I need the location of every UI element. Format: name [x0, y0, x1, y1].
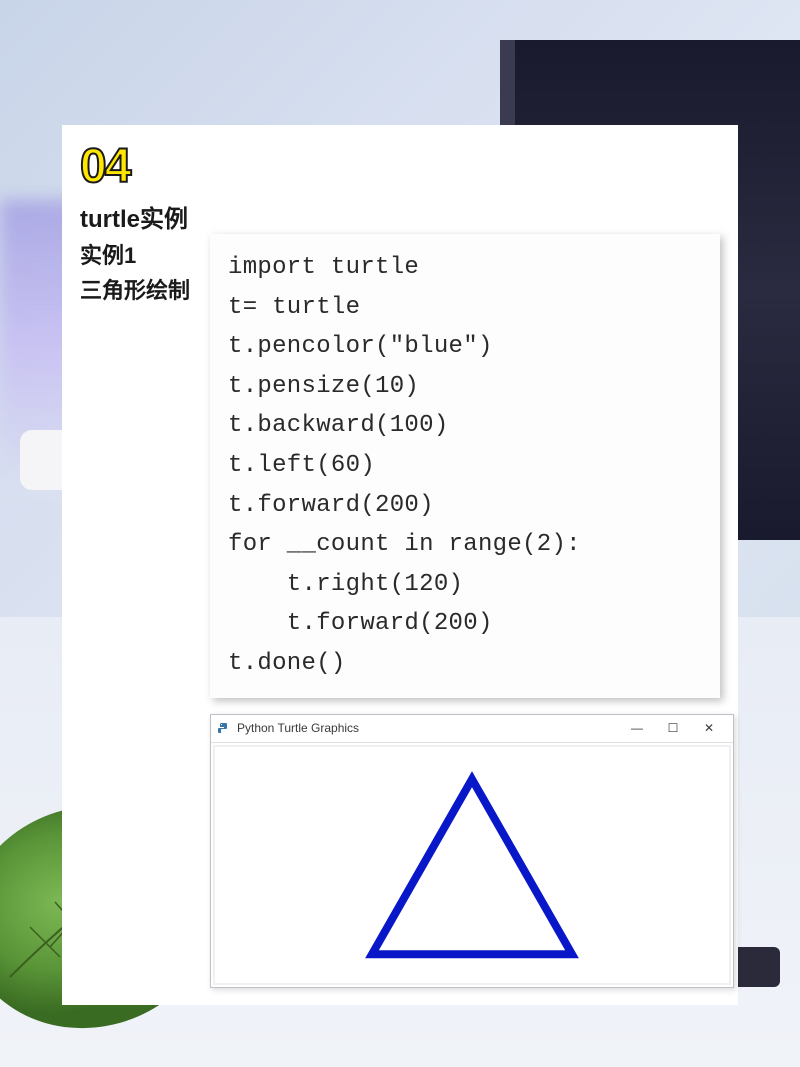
window-titlebar: Python Turtle Graphics — ☐ ✕ [211, 715, 733, 743]
triangle-drawing [352, 764, 592, 974]
window-title: Python Turtle Graphics [237, 721, 619, 735]
content-card: 04 turtle实例 实例1 三角形绘制 import turtle t= t… [62, 125, 738, 1005]
turtle-output-window: Python Turtle Graphics — ☐ ✕ [210, 714, 734, 988]
maximize-button[interactable]: ☐ [655, 715, 691, 741]
lesson-title: turtle实例 [80, 199, 720, 234]
minimize-button[interactable]: — [619, 715, 655, 741]
turtle-canvas [213, 745, 731, 985]
window-controls: — ☐ ✕ [619, 715, 727, 741]
subtitle-block: 实例1 三角形绘制 [80, 238, 210, 308]
page-number: 04 [80, 143, 720, 191]
code-box: import turtle t= turtle t.pencolor("blue… [210, 234, 720, 698]
close-button[interactable]: ✕ [691, 715, 727, 741]
python-icon [217, 721, 231, 735]
code-content: import turtle t= turtle t.pencolor("blue… [228, 248, 702, 684]
example-number: 实例1 [80, 238, 210, 273]
example-name: 三角形绘制 [80, 273, 210, 308]
triangle-shape [372, 779, 572, 954]
